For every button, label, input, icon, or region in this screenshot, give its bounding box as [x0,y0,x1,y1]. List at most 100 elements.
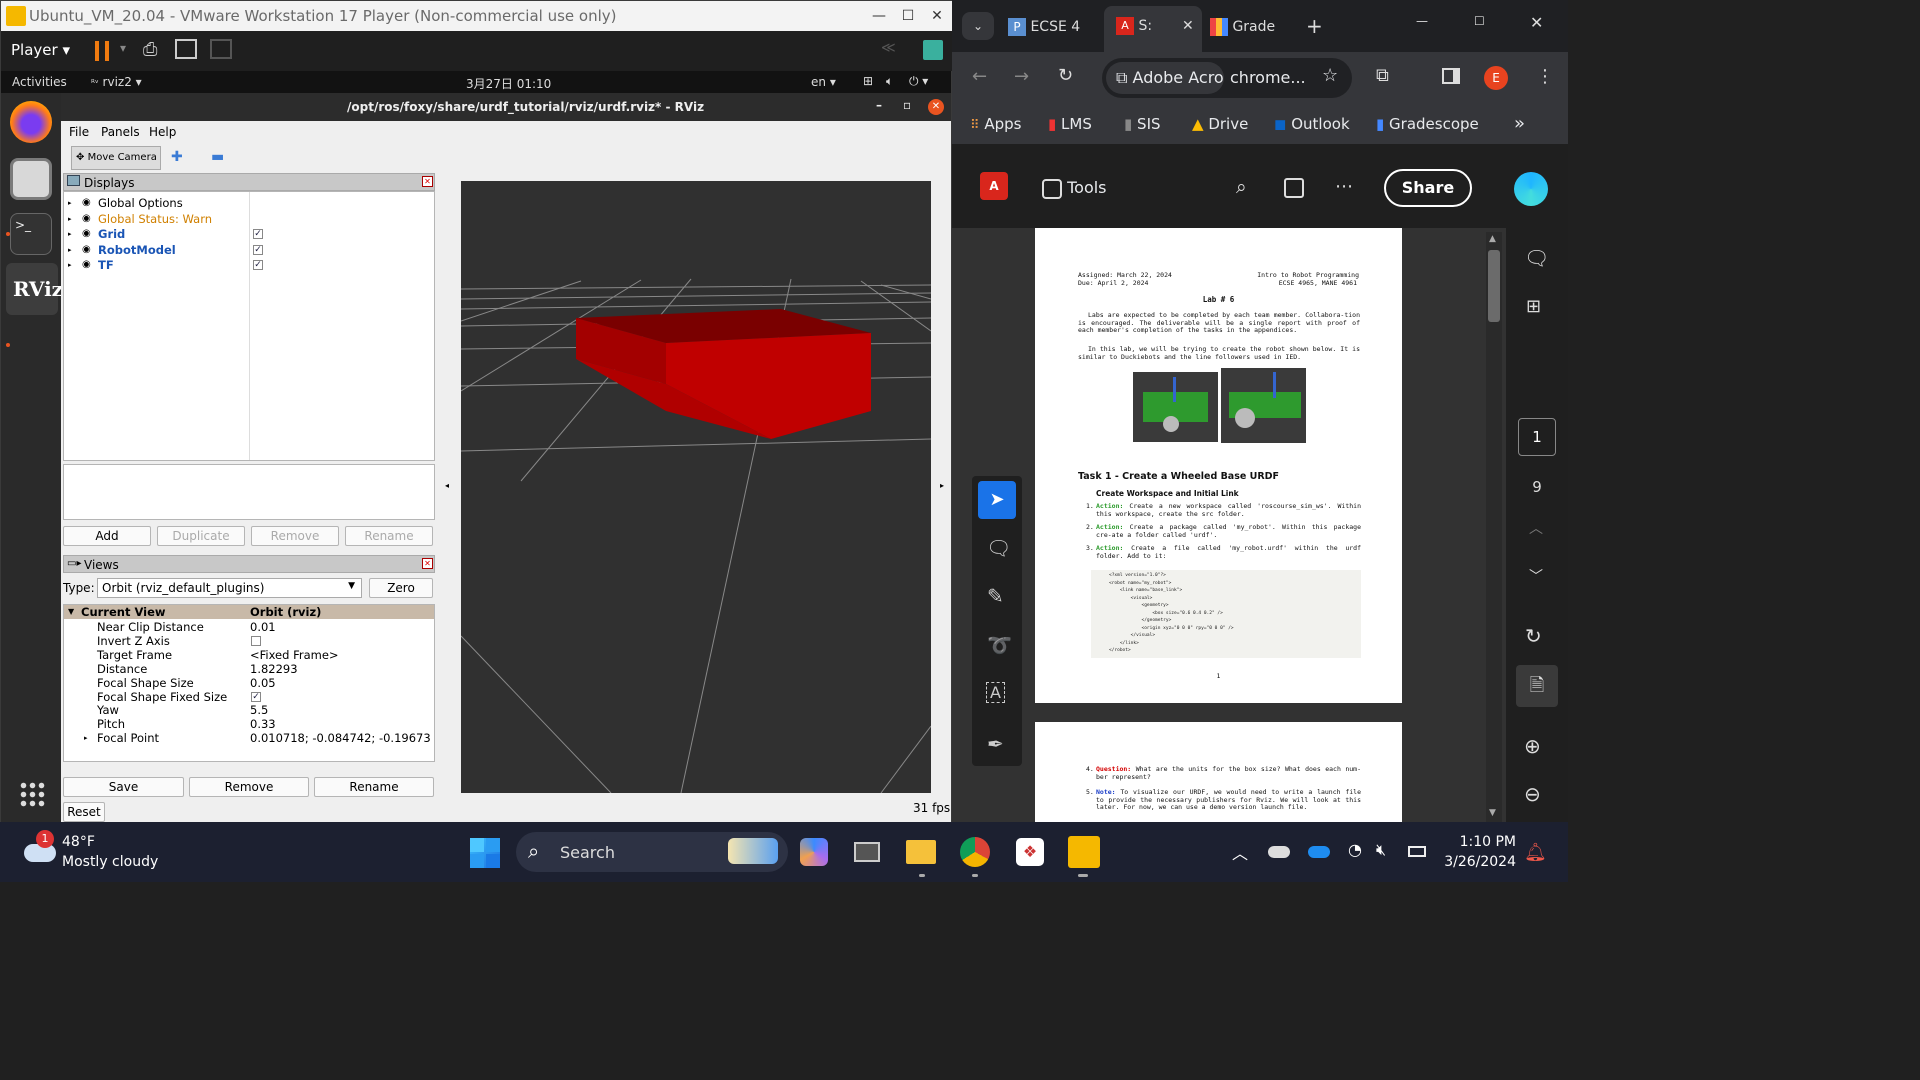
display-enabled-checkbox[interactable]: ✓ [253,244,263,255]
view-property-value[interactable]: 0.010718; -0.084742; -0.19673 [250,731,431,745]
rviz-3d-view[interactable] [460,181,932,794]
clock[interactable]: 3月27日 01:10 [466,75,551,92]
view-property-value[interactable]: 1.82293 [250,662,298,676]
thumbnail-grid-icon[interactable]: ⊞ [1526,296,1541,317]
clock-time[interactable]: 1:10 PM [1450,834,1516,850]
volume-icon[interactable]: 🔈︎ [886,74,893,89]
weather-widget[interactable]: 1 48°F Mostly cloudy [22,830,182,874]
scroll-thumb[interactable] [1488,250,1500,322]
scroll-down-arrow[interactable]: ▼ [1489,808,1496,818]
share-button[interactable]: Share [1384,169,1472,207]
comments-panel-icon[interactable]: 🗨︎ [1524,246,1549,270]
start-button[interactable] [470,838,500,868]
menu-file[interactable]: File [69,125,89,139]
bookmark-sis[interactable]: ▮ SIS [1124,115,1161,133]
chrome-minimize-button[interactable]: — [1416,14,1428,28]
expand-arrow-icon[interactable]: ▸ [68,227,72,241]
vm-library-icon[interactable] [923,40,943,60]
unity-icon[interactable] [210,39,232,59]
maximize-button[interactable]: ☐ [893,1,923,31]
network-icon[interactable]: ⊞ [863,74,873,88]
new-tab-button[interactable]: + [1306,14,1323,38]
display-row[interactable]: ▸ ◉ RobotModel ✓ [64,243,434,257]
wifi-icon[interactable]: ◔ [1348,840,1362,859]
omnibox[interactable]: ⧉ Adobe Acro chrome... ☆ [1102,58,1352,98]
back-icon[interactable]: ← [972,66,987,87]
rotate-icon[interactable]: ↻ [1525,624,1542,648]
fullscreen-icon[interactable] [175,39,197,59]
collapse-left-arrow[interactable]: ◂ [445,481,449,490]
player-menu-button[interactable]: Player ▾ [11,41,70,59]
onedrive-blue-icon[interactable] [1308,846,1330,858]
save-view-button[interactable]: Save [63,777,184,797]
battery-icon[interactable] [1408,846,1426,857]
display-row[interactable]: ▸ ◉ Global Status: Warn [64,212,434,226]
collapse-toolbar-icon[interactable]: ≪ [881,40,896,56]
view-property-row[interactable]: Focal Shape Size 0.05 [64,676,434,690]
expand-arrow-icon[interactable]: ▸ [68,243,72,257]
menu-panels[interactable]: Panels [101,125,140,139]
view-property-checkbox[interactable] [251,635,261,646]
address-url[interactable]: chrome... [1230,68,1306,87]
view-property-value[interactable]: 0.01 [250,620,276,634]
pause-icon[interactable] [95,41,109,61]
remove-tool-icon[interactable]: ▬ [211,149,224,165]
file-explorer-icon[interactable] [906,840,936,864]
files-icon[interactable] [10,158,52,200]
chrome-menu-icon[interactable]: ⋮ [1536,66,1554,87]
zoom-in-icon[interactable]: ⊕ [1524,734,1541,758]
tools-button[interactable]: Tools [1042,178,1107,199]
acrobat-search-icon[interactable]: ⌕ [1236,176,1247,198]
volume-muted-icon[interactable]: 🔇︎ [1376,840,1386,860]
bookmark-gradescope[interactable]: ▮ Gradescope [1376,115,1479,133]
display-row[interactable]: ▸ ◉ Global Options [64,196,434,210]
more-options-icon[interactable]: ⋯ [1335,176,1353,197]
rviz-close-button[interactable]: ✕ [928,99,944,115]
remove-display-button[interactable]: Remove [251,526,339,546]
rviz-maximize-button[interactable]: ▫ [903,98,911,112]
pause-dropdown-icon[interactable]: ▾ [120,41,126,55]
bookmark-drive[interactable]: ▲ Drive [1192,115,1248,133]
displays-close-icon[interactable]: ✕ [422,176,433,187]
tab-ecse[interactable]: P ECSE 4 [1008,10,1088,44]
site-chip[interactable]: ⧉ Adobe Acro [1106,62,1224,94]
bookmark-lms[interactable]: ▮ LMS [1048,115,1092,133]
rename-display-button[interactable]: Rename [345,526,433,546]
view-property-checkbox[interactable]: ✓ [251,691,261,702]
close-button[interactable]: ✕ [922,1,952,31]
comment-tool-icon[interactable]: 🗨︎ [986,536,1011,560]
send-ctrl-alt-del-icon[interactable]: ⎙ [143,39,157,60]
views-close-icon[interactable]: ✕ [422,558,433,569]
extensions-icon[interactable]: ⧉ [1376,65,1389,86]
view-property-row[interactable]: Yaw 5.5 [64,703,434,717]
more-bookmarks-icon[interactable]: » [1514,113,1525,134]
view-property-row[interactable]: ▸ Focal Point 0.010718; -0.084742; -0.196… [64,731,434,745]
show-hidden-icons[interactable]: ︿ [1232,840,1248,864]
bookmark-outlook[interactable]: ◼ Outlook [1274,115,1350,133]
current-view-row[interactable]: ▼ Current View Orbit (rviz) [64,605,434,619]
chrome-taskbar-icon[interactable] [960,837,990,867]
reset-button[interactable]: Reset [63,802,105,822]
ai-assistant-icon[interactable] [1514,172,1548,206]
pdf-scrollbar[interactable]: ▲ ▼ [1486,232,1502,822]
clock-date[interactable]: 3/26/2024 [1440,854,1516,870]
view-property-row[interactable]: Target Frame <Fixed Frame> [64,648,434,662]
tab-acrobat[interactable]: A S: ✕ [1104,6,1202,52]
vmware-taskbar-icon[interactable] [1068,836,1100,868]
display-enabled-checkbox[interactable]: ✓ [253,260,263,270]
app-icon-red[interactable]: ❖ [1016,838,1044,866]
forward-icon[interactable]: → [1014,66,1029,87]
minimize-button[interactable]: — [864,1,894,31]
collapse-right-arrow[interactable]: ▸ [940,481,944,490]
onedrive-icon[interactable] [1268,846,1290,858]
add-tool-icon[interactable]: ✚ [171,149,183,165]
zoom-out-icon[interactable]: ⊖ [1524,782,1541,806]
chrome-maximize-button[interactable]: ☐ [1474,14,1485,28]
taskbar-search[interactable]: ⌕ Search [516,832,788,872]
rviz-minimize-button[interactable]: – [876,98,882,112]
view-property-row[interactable]: Near Clip Distance 0.01 [64,620,434,634]
sign-tool-icon[interactable]: ✒ [987,732,1004,756]
expand-arrow-icon[interactable]: ▸ [84,731,88,745]
draw-tool-icon[interactable]: ➰ [987,633,1012,657]
tab-search-button[interactable]: ⌄ [962,12,994,40]
